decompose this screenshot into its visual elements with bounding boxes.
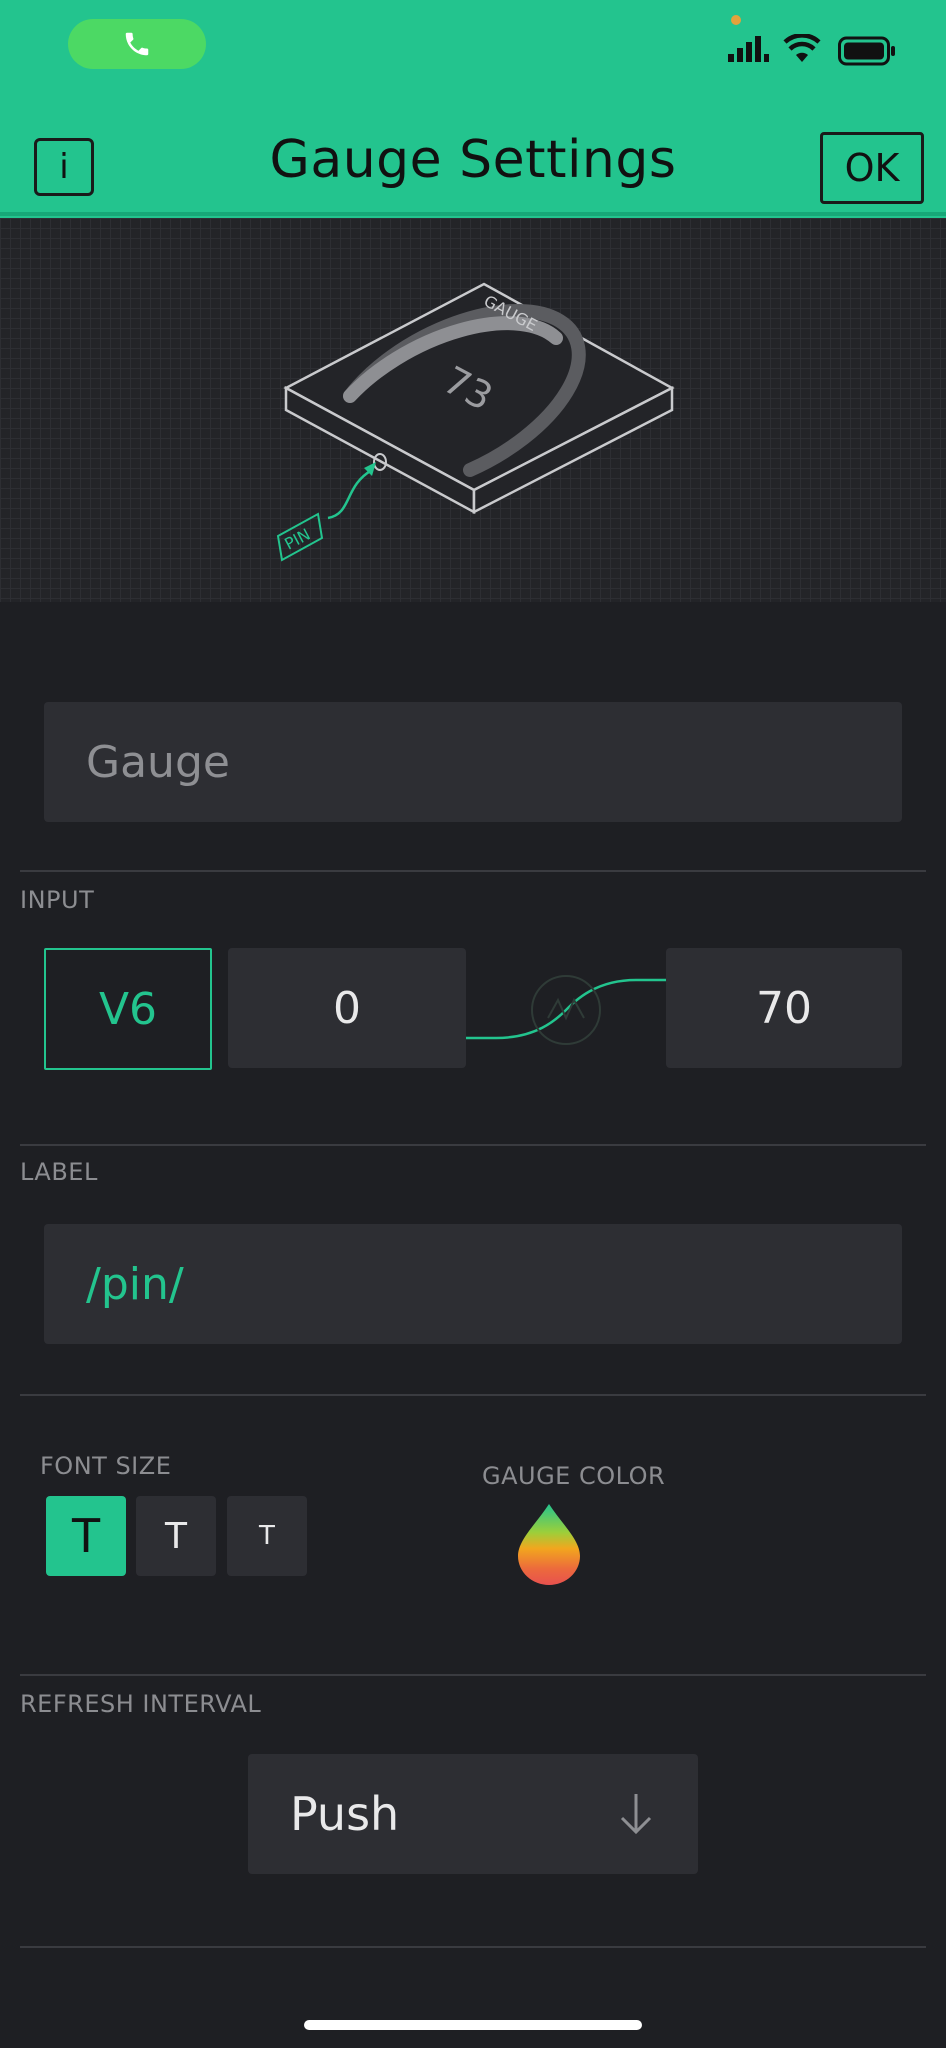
max-value-input[interactable]: 70	[666, 948, 902, 1068]
divider	[20, 1144, 926, 1146]
range-connector-graphic	[466, 975, 666, 1045]
input-section-label: INPUT	[20, 886, 95, 914]
widget-illustration: 73 GAUGE PIN	[0, 218, 946, 602]
font-size-large-button[interactable]: T	[46, 1496, 126, 1576]
font-size-section-label: FONT SIZE	[40, 1452, 172, 1480]
privacy-indicator-dot	[731, 15, 741, 25]
label-section-label: LABEL	[20, 1158, 98, 1186]
ok-button[interactable]: OK	[820, 132, 924, 204]
wifi-icon	[783, 34, 821, 62]
top-bar: i Gauge Settings OK	[0, 0, 946, 218]
color-drop-icon[interactable]	[514, 1502, 584, 1586]
header-divider	[0, 212, 946, 216]
min-value-input[interactable]: 0	[228, 948, 466, 1068]
battery-icon	[838, 36, 895, 66]
divider	[20, 1674, 926, 1676]
settings-header: i Gauge Settings OK	[0, 122, 946, 218]
page-title: Gauge Settings	[269, 130, 677, 190]
refresh-interval-dropdown[interactable]: Push	[248, 1754, 698, 1874]
arrow-down-icon	[620, 1794, 652, 1835]
refresh-interval-section-label: REFRESH INTERVAL	[20, 1690, 262, 1718]
font-size-small-button[interactable]: T	[227, 1496, 307, 1576]
home-indicator[interactable]	[304, 2020, 642, 2030]
pin-selector-button[interactable]: V6	[44, 948, 212, 1070]
refresh-interval-value: Push	[290, 1787, 400, 1841]
phone-icon	[125, 32, 149, 56]
divider	[20, 1946, 926, 1948]
gauge-color-section-label: GAUGE COLOR	[482, 1462, 666, 1490]
gauge-widget-illustration: 73 GAUGE PIN	[276, 282, 675, 562]
divider	[20, 1394, 926, 1396]
cellular-signal-icon	[728, 36, 769, 62]
label-input[interactable]: /pin/	[44, 1224, 902, 1344]
font-size-medium-button[interactable]: T	[136, 1496, 216, 1576]
widget-name-input[interactable]: Gauge	[44, 702, 902, 822]
illustration-pin-caption: PIN	[281, 525, 313, 554]
divider	[20, 870, 926, 872]
active-call-pill[interactable]	[68, 19, 206, 69]
